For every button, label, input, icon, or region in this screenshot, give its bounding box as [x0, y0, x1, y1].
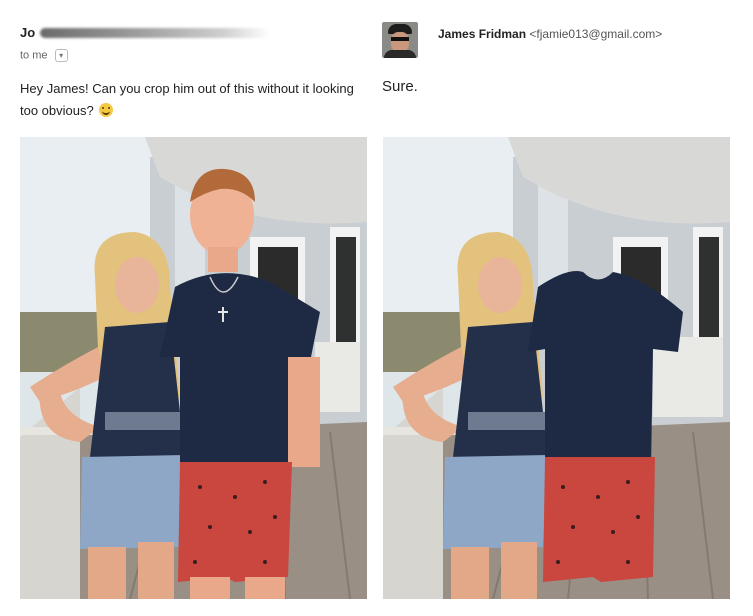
- edited-photo: [383, 137, 730, 599]
- recipient-line[interactable]: to me ▾: [20, 49, 68, 62]
- original-photo: [20, 137, 367, 599]
- chevron-down-icon[interactable]: ▾: [54, 49, 68, 62]
- grinning-face-emoji-icon: [99, 103, 114, 117]
- request-message: Hey James! Can you crop him out of this …: [20, 78, 360, 122]
- redacted-name-blur: [40, 28, 270, 38]
- reply-sender-email: <fjamie013@gmail.com>: [529, 27, 663, 41]
- request-panel: Jo to me ▾ Hey James! Can you crop him o…: [0, 0, 376, 616]
- request-message-text: Hey James! Can you crop him out of this …: [20, 81, 354, 118]
- avatar[interactable]: [382, 22, 418, 58]
- reply-sender[interactable]: James Fridman <fjamie013@gmail.com>: [438, 27, 662, 41]
- reply-message: Sure.: [382, 78, 418, 95]
- reply-panel: James Fridman <fjamie013@gmail.com> Sure…: [376, 0, 753, 616]
- reply-sender-name: James Fridman: [438, 27, 527, 41]
- sender-name[interactable]: Jo: [20, 25, 35, 40]
- recipient-label: to me: [20, 49, 48, 62]
